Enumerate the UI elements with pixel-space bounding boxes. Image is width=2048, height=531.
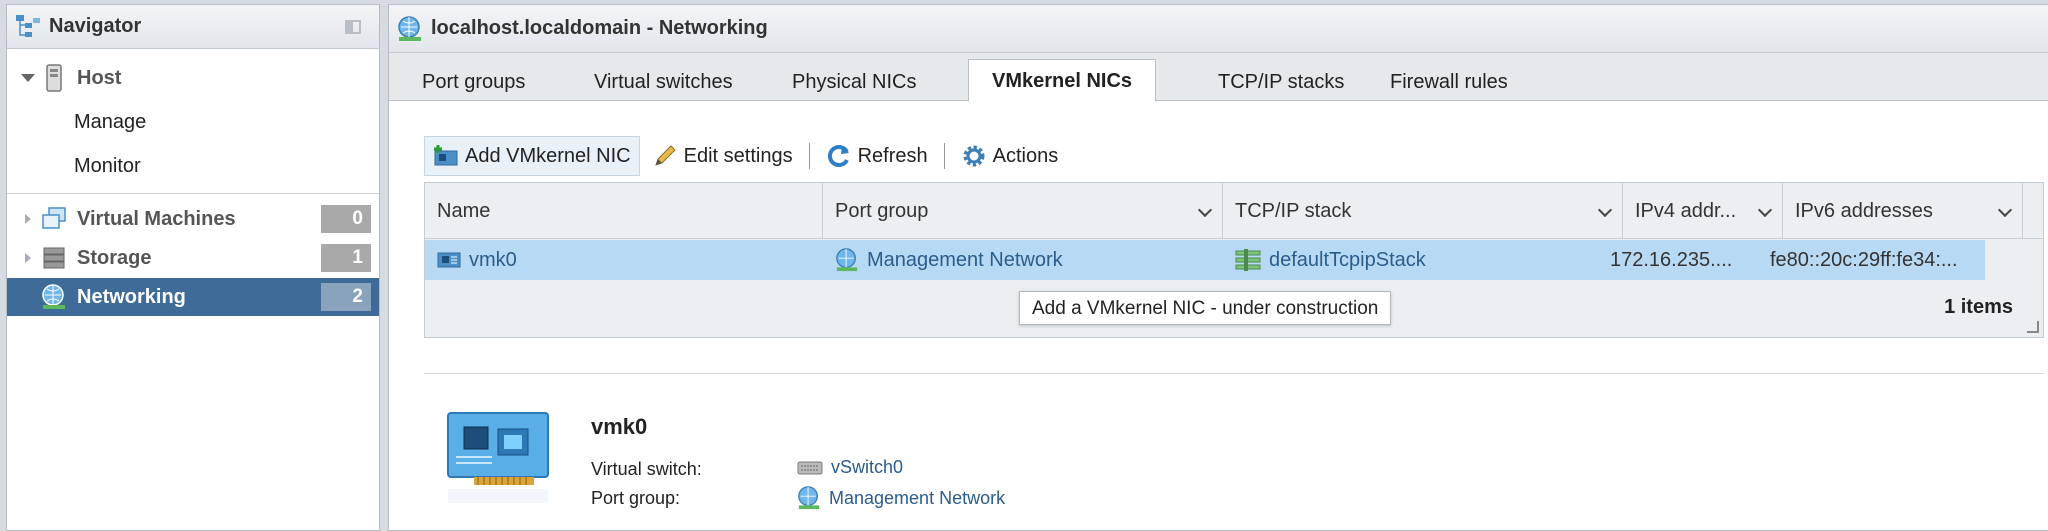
nav-item-storage[interactable]: Storage 1 (7, 239, 379, 277)
gear-icon (963, 145, 985, 167)
caret-right-icon[interactable] (25, 214, 31, 224)
chevron-down-icon[interactable] (1997, 202, 2013, 218)
nav-item-networking[interactable]: Networking 2 (7, 278, 379, 316)
nav-item-host[interactable]: Host (7, 59, 379, 97)
nav-manage-label: Manage (74, 110, 147, 133)
toolbar-divider (943, 143, 945, 169)
page-title: localhost.localdomain - Networking (431, 17, 768, 39)
column-label: IPv4 addr... (1635, 200, 1737, 222)
tab-virtual-switches[interactable]: Virtual switches (571, 63, 756, 101)
networking-globe-icon (42, 284, 65, 309)
column-label: TCP/IP stack (1235, 200, 1352, 222)
column-header-tcpip-stack[interactable]: TCP/IP stack (1223, 183, 1623, 239)
tcpip-stack-icon (1235, 249, 1261, 271)
toolbar: Add VMkernel NIC Edit settings Refresh A… (424, 136, 1066, 176)
navigator-header: Navigator (7, 5, 379, 49)
column-header-ipv6[interactable]: IPv6 addresses (1783, 183, 2023, 239)
switch-icon (797, 461, 823, 474)
detail-divider (424, 373, 2044, 374)
chevron-down-icon[interactable] (1757, 202, 1773, 218)
tcpip-stack-link[interactable]: defaultTcpipStack (1269, 240, 1426, 280)
column-label: IPv6 addresses (1795, 200, 1933, 222)
port-group-link[interactable]: Management Network (829, 488, 1005, 509)
actions-button[interactable]: Actions (953, 136, 1067, 176)
port-group-link[interactable]: Management Network (867, 240, 1063, 280)
column-header-ipv4[interactable]: IPv4 addr... (1623, 183, 1783, 239)
nav-item-monitor[interactable]: Monitor (7, 147, 379, 185)
cell-ipv4: 172.16.235.... (1610, 240, 1770, 280)
main-panel: localhost.localdomain - Networking Port … (388, 4, 2048, 531)
tab-port-groups[interactable]: Port groups (399, 63, 548, 101)
virtual-switch-value[interactable]: vSwitch0 (797, 457, 903, 478)
storage-icon (43, 247, 65, 269)
nav-divider (7, 193, 379, 194)
nav-networking-label: Networking (77, 285, 186, 308)
host-icon (46, 64, 62, 92)
column-label: Name (437, 200, 491, 222)
tab-firewall-rules[interactable]: Firewall rules (1367, 63, 1531, 101)
collapse-panel-button[interactable] (345, 19, 361, 34)
tab-tcpip-stacks[interactable]: TCP/IP stacks (1195, 63, 1367, 101)
tab-content: Add VMkernel NIC Edit settings Refresh A… (389, 102, 2048, 530)
networking-globe-icon (398, 15, 421, 41)
caret-right-icon[interactable] (25, 253, 31, 263)
detail-title: vmk0 (591, 414, 648, 439)
navigator-title: Navigator (49, 15, 142, 37)
nic-card-icon (447, 412, 549, 503)
port-group-label: Port group: (591, 488, 681, 508)
add-vmkernel-nic-button[interactable]: Add VMkernel NIC (424, 136, 640, 176)
caret-down-icon[interactable] (21, 74, 35, 82)
add-vmkernel-nic-label: Add VMkernel NIC (465, 144, 631, 167)
tab-vmkernel-nics[interactable]: VMkernel NICs (968, 59, 1157, 102)
nav-item-manage[interactable]: Manage (7, 103, 379, 141)
resize-grip-icon[interactable] (2027, 321, 2039, 333)
table-row[interactable]: vmk0 Management Network defaultTcpipStac… (425, 240, 1985, 280)
edit-settings-button[interactable]: Edit settings (644, 136, 801, 176)
table-header: Name Port group TCP/IP stack IPv4 addr..… (425, 183, 2043, 239)
networking-globe-icon (836, 248, 858, 272)
nav-storage-label: Storage (77, 246, 152, 269)
main-header: localhost.localdomain - Networking (389, 5, 2048, 53)
tooltip: Add a VMkernel NIC - under construction (1019, 291, 1392, 325)
nic-icon (437, 252, 461, 268)
chevron-down-icon[interactable] (1197, 202, 1213, 218)
refresh-button[interactable]: Refresh (818, 136, 936, 176)
cell-ipv6: fe80::20c:29ff:fe34:... (1770, 240, 1985, 280)
vmk-name-link[interactable]: vmk0 (469, 240, 517, 280)
column-header-port-group[interactable]: Port group (823, 183, 1223, 239)
cell-name: vmk0 (437, 240, 817, 280)
edit-settings-label: Edit settings (683, 144, 793, 167)
vm-count-badge: 0 (321, 205, 371, 233)
storage-count-badge: 1 (321, 244, 371, 272)
nav-vm-label: Virtual Machines (77, 207, 236, 230)
actions-label: Actions (992, 144, 1059, 167)
add-nic-icon (434, 145, 458, 166)
chevron-down-icon[interactable] (1597, 202, 1613, 218)
ipv6-value: fe80::20c:29ff:fe34:... (1770, 249, 1958, 271)
networking-count-badge: 2 (321, 283, 371, 311)
ipv4-value: 172.16.235.... (1610, 249, 1733, 271)
toolbar-divider (808, 143, 810, 169)
tab-bar: Port groups Virtual switches Physical NI… (389, 53, 2048, 102)
nav-host-label: Host (77, 66, 122, 89)
column-label: Port group (835, 200, 929, 222)
refresh-label: Refresh (857, 144, 928, 167)
pencil-icon (654, 145, 676, 166)
virtual-switch-link[interactable]: vSwitch0 (831, 457, 903, 478)
virtual-switch-label: Virtual switch: (591, 459, 702, 479)
refresh-icon (827, 145, 849, 167)
tab-physical-nics[interactable]: Physical NICs (769, 63, 939, 101)
port-group-value[interactable]: Management Network (797, 486, 1005, 510)
cell-tcpip-stack: defaultTcpipStack (1235, 240, 1620, 280)
column-header-name[interactable]: Name (425, 183, 823, 239)
networking-globe-icon (798, 486, 820, 510)
cell-port-group: Management Network (835, 240, 1220, 280)
nav-monitor-label: Monitor (74, 154, 141, 177)
item-count: 1 items (1944, 296, 2013, 318)
navigator-tree-icon (16, 14, 40, 37)
navigator-panel: Navigator Host Manage Monitor Virtual Ma… (6, 4, 380, 531)
virtual-machines-icon (42, 207, 66, 229)
nav-item-virtual-machines[interactable]: Virtual Machines 0 (7, 200, 379, 238)
